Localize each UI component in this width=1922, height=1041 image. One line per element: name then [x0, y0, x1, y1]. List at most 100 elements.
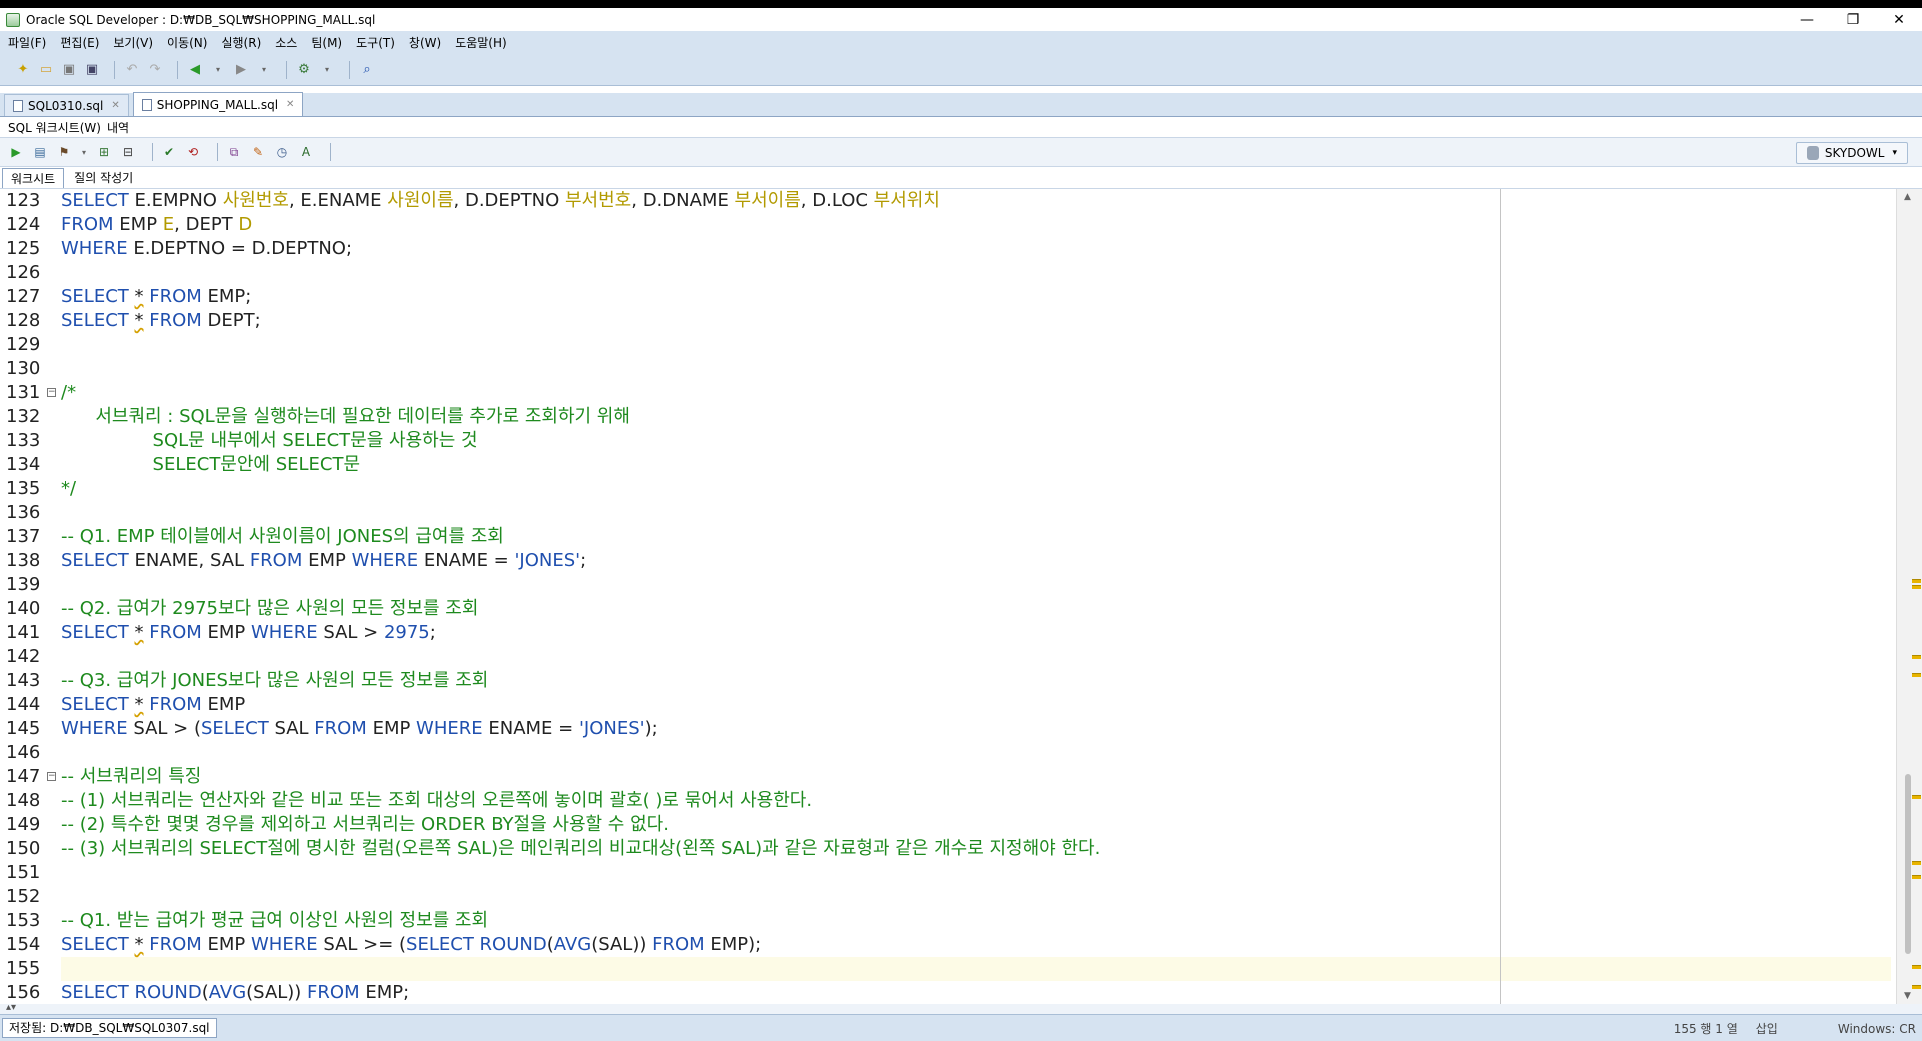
subtab-history[interactable]: 내역: [107, 119, 129, 136]
open-folder-icon[interactable]: ▭: [37, 61, 55, 79]
connection-selector[interactable]: SKYDOWL ▾: [1795, 142, 1908, 164]
code-line[interactable]: WHERE E.DEPTNO = D.DEPTNO;: [61, 237, 352, 261]
warning-marker[interactable]: [1912, 861, 1921, 865]
code-line[interactable]: SELECT ROUND(AVG(SAL)) FROM EMP;: [61, 981, 409, 1004]
run-tool-icon[interactable]: ⚙: [295, 61, 313, 79]
autotrace-icon[interactable]: ⚑: [56, 144, 72, 160]
code-line[interactable]: /*: [61, 381, 76, 405]
redo-icon[interactable]: ↷: [146, 61, 164, 79]
code-line[interactable]: -- Q3. 급여가 JONES보다 많은 사원의 모든 정보를 조회: [61, 669, 488, 693]
sql-tuning-icon[interactable]: ⊟: [120, 144, 136, 160]
sql-editor[interactable]: 123 124 125 126 127 128 129 130 131 132 …: [0, 189, 1922, 1004]
line-number: 146: [6, 742, 41, 763]
warning-marker[interactable]: [1912, 795, 1921, 799]
minimize-icon[interactable]: —: [1784, 8, 1830, 31]
code-line[interactable]: -- (1) 서브쿼리는 연산자와 같은 비교 또는 조회 대상의 오른쪽에 놓…: [61, 789, 812, 813]
save-all-icon[interactable]: ▣: [83, 61, 101, 79]
code-line[interactable]: */: [61, 477, 76, 501]
toolbar-separator: [177, 60, 178, 79]
dropdown-icon[interactable]: ▾: [80, 144, 88, 160]
vertical-scrollbar[interactable]: ▲ ▼: [1896, 189, 1922, 1004]
code-line[interactable]: -- (2) 특수한 몇몇 경우를 제외하고 서브쿼리는 ORDER BY절을 …: [61, 813, 669, 837]
save-icon[interactable]: ▣: [60, 61, 78, 79]
scroll-up-icon[interactable]: ▲: [1904, 192, 1911, 202]
forward-icon[interactable]: ▶: [232, 61, 250, 79]
code-line[interactable]: WHERE SAL > (SELECT SAL FROM EMP WHERE E…: [61, 717, 658, 741]
tab-query-builder[interactable]: 질의 작성기: [66, 168, 141, 188]
line-number: 154: [6, 934, 41, 955]
new-file-icon[interactable]: ✦: [14, 61, 32, 79]
rollback-icon[interactable]: ⟲: [185, 144, 201, 160]
explain-plan-icon[interactable]: ⊞: [96, 144, 112, 160]
tab-sql0310[interactable]: SQL0310.sql ✕: [4, 94, 129, 116]
close-icon[interactable]: ✕: [1876, 8, 1922, 31]
expand-arrows-icon[interactable]: ▴▾: [6, 1002, 16, 1013]
sql-history-icon[interactable]: ◷: [274, 144, 290, 160]
tab-close-icon[interactable]: ✕: [111, 100, 119, 111]
code-line[interactable]: SELECT * FROM DEPT;: [61, 309, 261, 333]
menu-window[interactable]: 창(W): [409, 34, 441, 51]
menu-run[interactable]: 실행(R): [221, 34, 261, 51]
commit-icon[interactable]: ✔: [161, 144, 177, 160]
code-line[interactable]: FROM EMP E, DEPT D: [61, 213, 252, 237]
code-line[interactable]: -- Q1. 받는 급여가 평균 급여 이상인 사원의 정보를 조회: [61, 909, 488, 933]
forward-dropdown-icon[interactable]: ▾: [255, 61, 273, 79]
code-line[interactable]: 서브쿼리 : SQL문을 실행하는데 필요한 데이터를 추가로 조회하기 위해: [61, 405, 630, 429]
clear-eraser-icon[interactable]: ✎: [250, 144, 266, 160]
code-line[interactable]: -- 서브쿼리의 특징: [61, 765, 201, 789]
sql-developer-window: Oracle SQL Developer : D:₩DB_SQL₩SHOPPIN…: [0, 0, 1922, 1041]
title-bar: Oracle SQL Developer : D:₩DB_SQL₩SHOPPIN…: [0, 8, 1922, 31]
code-line[interactable]: -- (3) 서브쿼리의 SELECT절에 명시한 컬럼(오른쪽 SAL)은 메…: [61, 837, 1100, 861]
warning-marker[interactable]: [1912, 579, 1921, 583]
tab-shopping-mall[interactable]: SHOPPING_MALL.sql ✕: [132, 92, 304, 116]
run-statement-icon[interactable]: ▶: [8, 144, 24, 160]
code-line[interactable]: SELECT문안에 SELECT문: [61, 453, 361, 477]
scroll-down-icon[interactable]: ▼: [1904, 991, 1911, 1001]
unshared-sql-icon[interactable]: ⧉: [226, 144, 242, 160]
sql-developer-app-icon: [6, 12, 20, 27]
menu-view[interactable]: 보기(V): [113, 34, 153, 51]
menu-navigate[interactable]: 이동(N): [167, 34, 207, 51]
find-binoculars-icon[interactable]: ⌕: [358, 61, 376, 79]
code-area[interactable]: SELECT E.EMPNO 사원번호, E.ENAME 사원이름, D.DEP…: [61, 189, 1501, 1004]
run-script-icon[interactable]: ▤: [32, 144, 48, 160]
warning-marker[interactable]: [1912, 655, 1921, 659]
warning-marker[interactable]: [1912, 585, 1921, 589]
code-line[interactable]: SELECT * FROM EMP;: [61, 285, 251, 309]
warning-marker[interactable]: [1912, 875, 1921, 879]
code-line[interactable]: SELECT E.EMPNO 사원번호, E.ENAME 사원이름, D.DEP…: [61, 189, 940, 213]
toolbar-separator: [217, 143, 218, 161]
code-line[interactable]: -- Q2. 급여가 2975보다 많은 사원의 모든 정보를 조회: [61, 597, 478, 621]
code-line[interactable]: SQL문 내부에서 SELECT문을 사용하는 것: [61, 429, 478, 453]
back-icon[interactable]: ◀: [186, 61, 204, 79]
line-number: 144: [6, 694, 41, 715]
run-tool-dropdown-icon[interactable]: ▾: [318, 61, 336, 79]
tab-worksheet[interactable]: 워크시트: [2, 167, 65, 188]
tab-close-icon[interactable]: ✕: [286, 99, 294, 110]
subtab-sql-worksheet[interactable]: SQL 워크시트(W): [8, 119, 101, 136]
warning-marker[interactable]: [1912, 673, 1921, 677]
back-dropdown-icon[interactable]: ▾: [209, 61, 227, 79]
line-number: 123: [6, 190, 41, 211]
code-line[interactable]: SELECT * FROM EMP WHERE SAL >= (SELECT R…: [61, 933, 761, 957]
code-line[interactable]: SELECT * FROM EMP: [61, 693, 245, 717]
code-line[interactable]: SELECT ENAME, SAL FROM EMP WHERE ENAME =…: [61, 549, 586, 573]
format-icon[interactable]: A: [298, 144, 314, 160]
menu-tools[interactable]: 도구(T): [356, 34, 395, 51]
toolbar-separator: [349, 60, 350, 79]
fold-collapse-icon[interactable]: −: [47, 388, 56, 397]
undo-icon[interactable]: ↶: [123, 61, 141, 79]
menu-source[interactable]: 소스: [275, 34, 297, 51]
warning-marker[interactable]: [1912, 965, 1921, 969]
menu-team[interactable]: 팀(M): [311, 34, 342, 51]
horizontal-scrollbar[interactable]: ▴▾: [0, 1002, 1922, 1014]
code-line[interactable]: -- Q1. EMP 테이블에서 사원이름이 JONES의 급여를 조회: [61, 525, 504, 549]
fold-collapse-icon[interactable]: −: [47, 772, 56, 781]
warning-marker[interactable]: [1912, 985, 1921, 989]
menu-edit[interactable]: 편집(E): [60, 34, 99, 51]
menu-file[interactable]: 파일(F): [8, 34, 46, 51]
restore-icon[interactable]: ❐: [1830, 8, 1876, 31]
code-line[interactable]: SELECT * FROM EMP WHERE SAL > 2975;: [61, 621, 436, 645]
scrollbar-thumb[interactable]: [1905, 774, 1911, 954]
menu-help[interactable]: 도움말(H): [455, 34, 507, 51]
